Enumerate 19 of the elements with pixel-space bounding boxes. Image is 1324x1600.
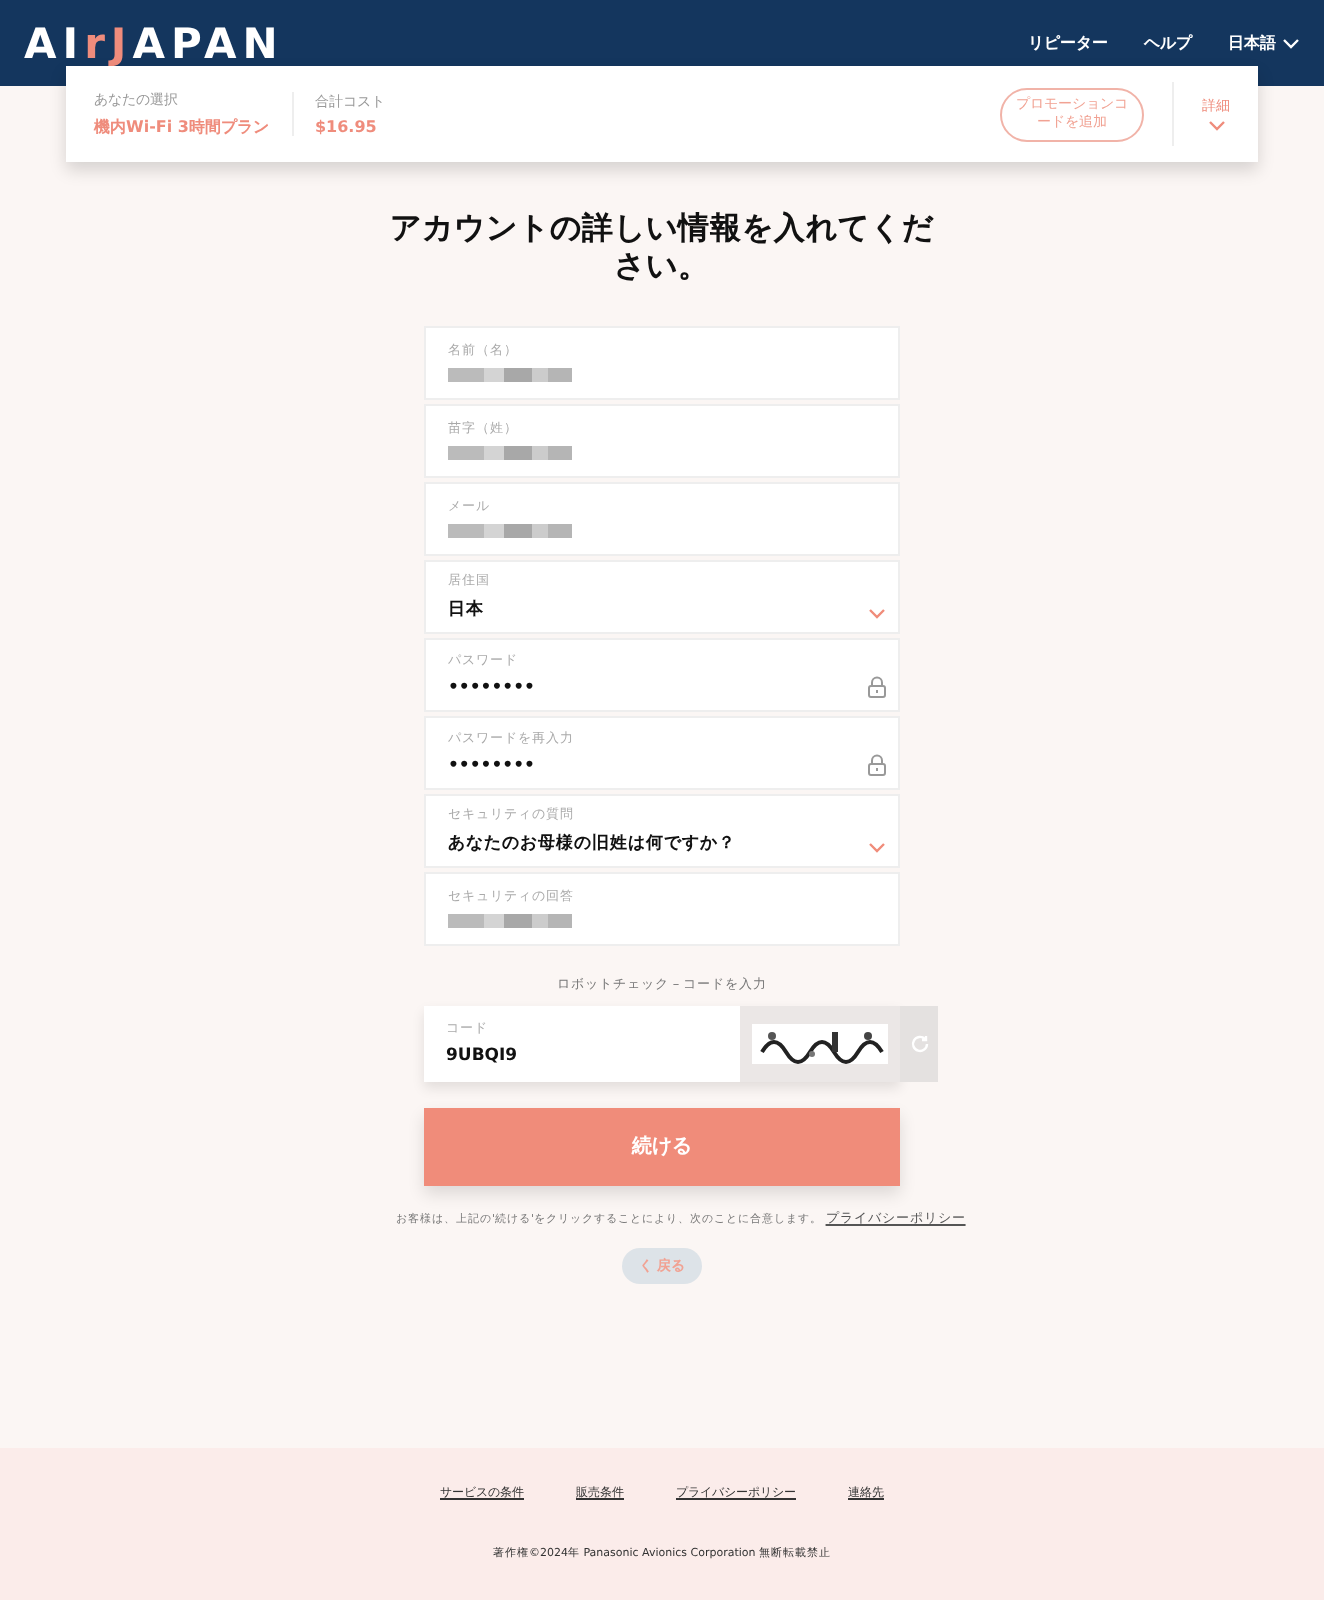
refresh-icon[interactable] xyxy=(909,1033,929,1054)
chevron-down-icon xyxy=(868,841,886,854)
field-value: 9UBQI9 xyxy=(446,1046,520,1067)
field-value: あなたのお母様の旧姓は何ですか？ xyxy=(448,831,738,856)
field-value: •••••••• xyxy=(448,677,537,698)
page-title: アカウントの詳しい情報を入れてください。 xyxy=(388,210,936,288)
language-dropdown[interactable]: 日本語 xyxy=(1228,32,1300,54)
chevron-down-icon xyxy=(1207,120,1225,132)
nav-link[interactable]: ヘルプ xyxy=(1144,32,1192,54)
lock-icon xyxy=(868,753,886,776)
chevron-down-icon xyxy=(1282,37,1300,49)
field-value: 日本 xyxy=(448,597,486,622)
field-value: •••••••• xyxy=(448,755,537,776)
lock-icon xyxy=(868,675,886,698)
logo[interactable]: AI rJ APAN xyxy=(24,19,1028,67)
total-cost: $16.95 xyxy=(314,118,379,136)
nav-link[interactable]: リピーター xyxy=(1028,32,1108,54)
chevron-down-icon xyxy=(868,607,886,620)
selected-plan: 機内Wi-Fi 3時間プラン xyxy=(94,116,269,138)
